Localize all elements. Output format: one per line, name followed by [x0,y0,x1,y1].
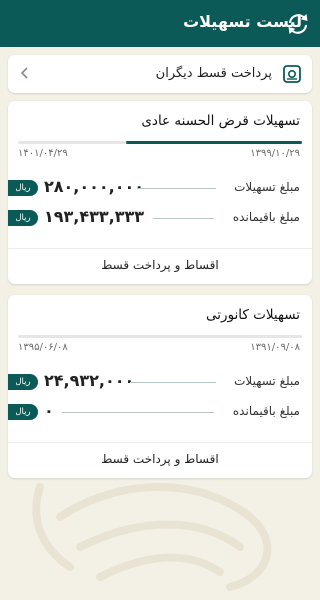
loan-progress-bar [18,335,302,338]
loan-title: تسهیلات کانورتی [206,307,300,323]
loan-start-date: ۱۳۹۹/۱۰/۲۹ [250,148,300,159]
leader-line [138,188,216,189]
leader-line [130,382,216,383]
loan-start-date: ۱۳۹۱/۰۹/۰۸ [250,342,300,353]
remaining-amount: ۱۹۳,۴۳۳,۳۳۳ [44,207,145,226]
document-payment-icon [283,65,301,83]
facility-label: مبلغ تسهیلات [234,180,300,194]
installments-payment-button[interactable]: اقساط و پرداخت قسط [8,444,312,474]
facility-amount-row: ریال ۲۴,۹۳۲,۰۰۰ مبلغ تسهیلات [8,371,312,392]
remaining-amount-row: ریال ۱۹۳,۴۳۳,۳۳۳ مبلغ باقیمانده [8,207,312,228]
currency-badge: ریال [8,374,38,390]
loan-progress-fill [125,141,302,144]
facility-label: مبلغ تسهیلات [234,374,300,388]
currency-badge: ریال [8,210,38,226]
facility-amount: ۲۸۰,۰۰۰,۰۰۰ [44,177,145,196]
refresh-icon[interactable] [284,10,312,38]
facility-amount: ۲۴,۹۳۲,۰۰۰ [44,371,135,390]
currency-badge: ریال [8,180,38,196]
remaining-amount: ۰ [44,401,54,420]
loan-card: تسهیلات قرض الحسنه عادی ۱۳۹۹/۱۰/۲۹ ۱۴۰۱/… [8,101,312,284]
facility-amount-row: ریال ۲۸۰,۰۰۰,۰۰۰ مبلغ تسهیلات [8,177,312,198]
loan-end-date: ۱۴۰۱/۰۴/۲۹ [18,148,68,159]
loan-title: تسهیلات قرض الحسنه عادی [141,113,300,129]
remaining-label: مبلغ باقیمانده [232,210,300,224]
loan-end-date: ۱۳۹۵/۰۶/۰۸ [18,342,68,353]
chevron-left-icon [20,67,28,79]
leader-line [62,412,214,413]
remaining-label: مبلغ باقیمانده [232,404,300,418]
app-header: لیست تسهیلات [0,0,320,47]
card-divider [8,248,312,249]
leader-line [153,218,214,219]
loan-progress-bar [18,141,302,144]
currency-badge: ریال [8,404,38,420]
loan-card: تسهیلات کانورتی ۱۳۹۱/۰۹/۰۸ ۱۳۹۵/۰۶/۰۸ ری… [8,295,312,478]
installments-payment-button[interactable]: اقساط و پرداخت قسط [8,250,312,280]
pay-others-installment-button[interactable]: پرداخت قسط دیگران [8,55,312,93]
card-divider [8,442,312,443]
remaining-amount-row: ریال ۰ مبلغ باقیمانده [8,401,312,422]
pay-others-label: پرداخت قسط دیگران [155,66,272,81]
